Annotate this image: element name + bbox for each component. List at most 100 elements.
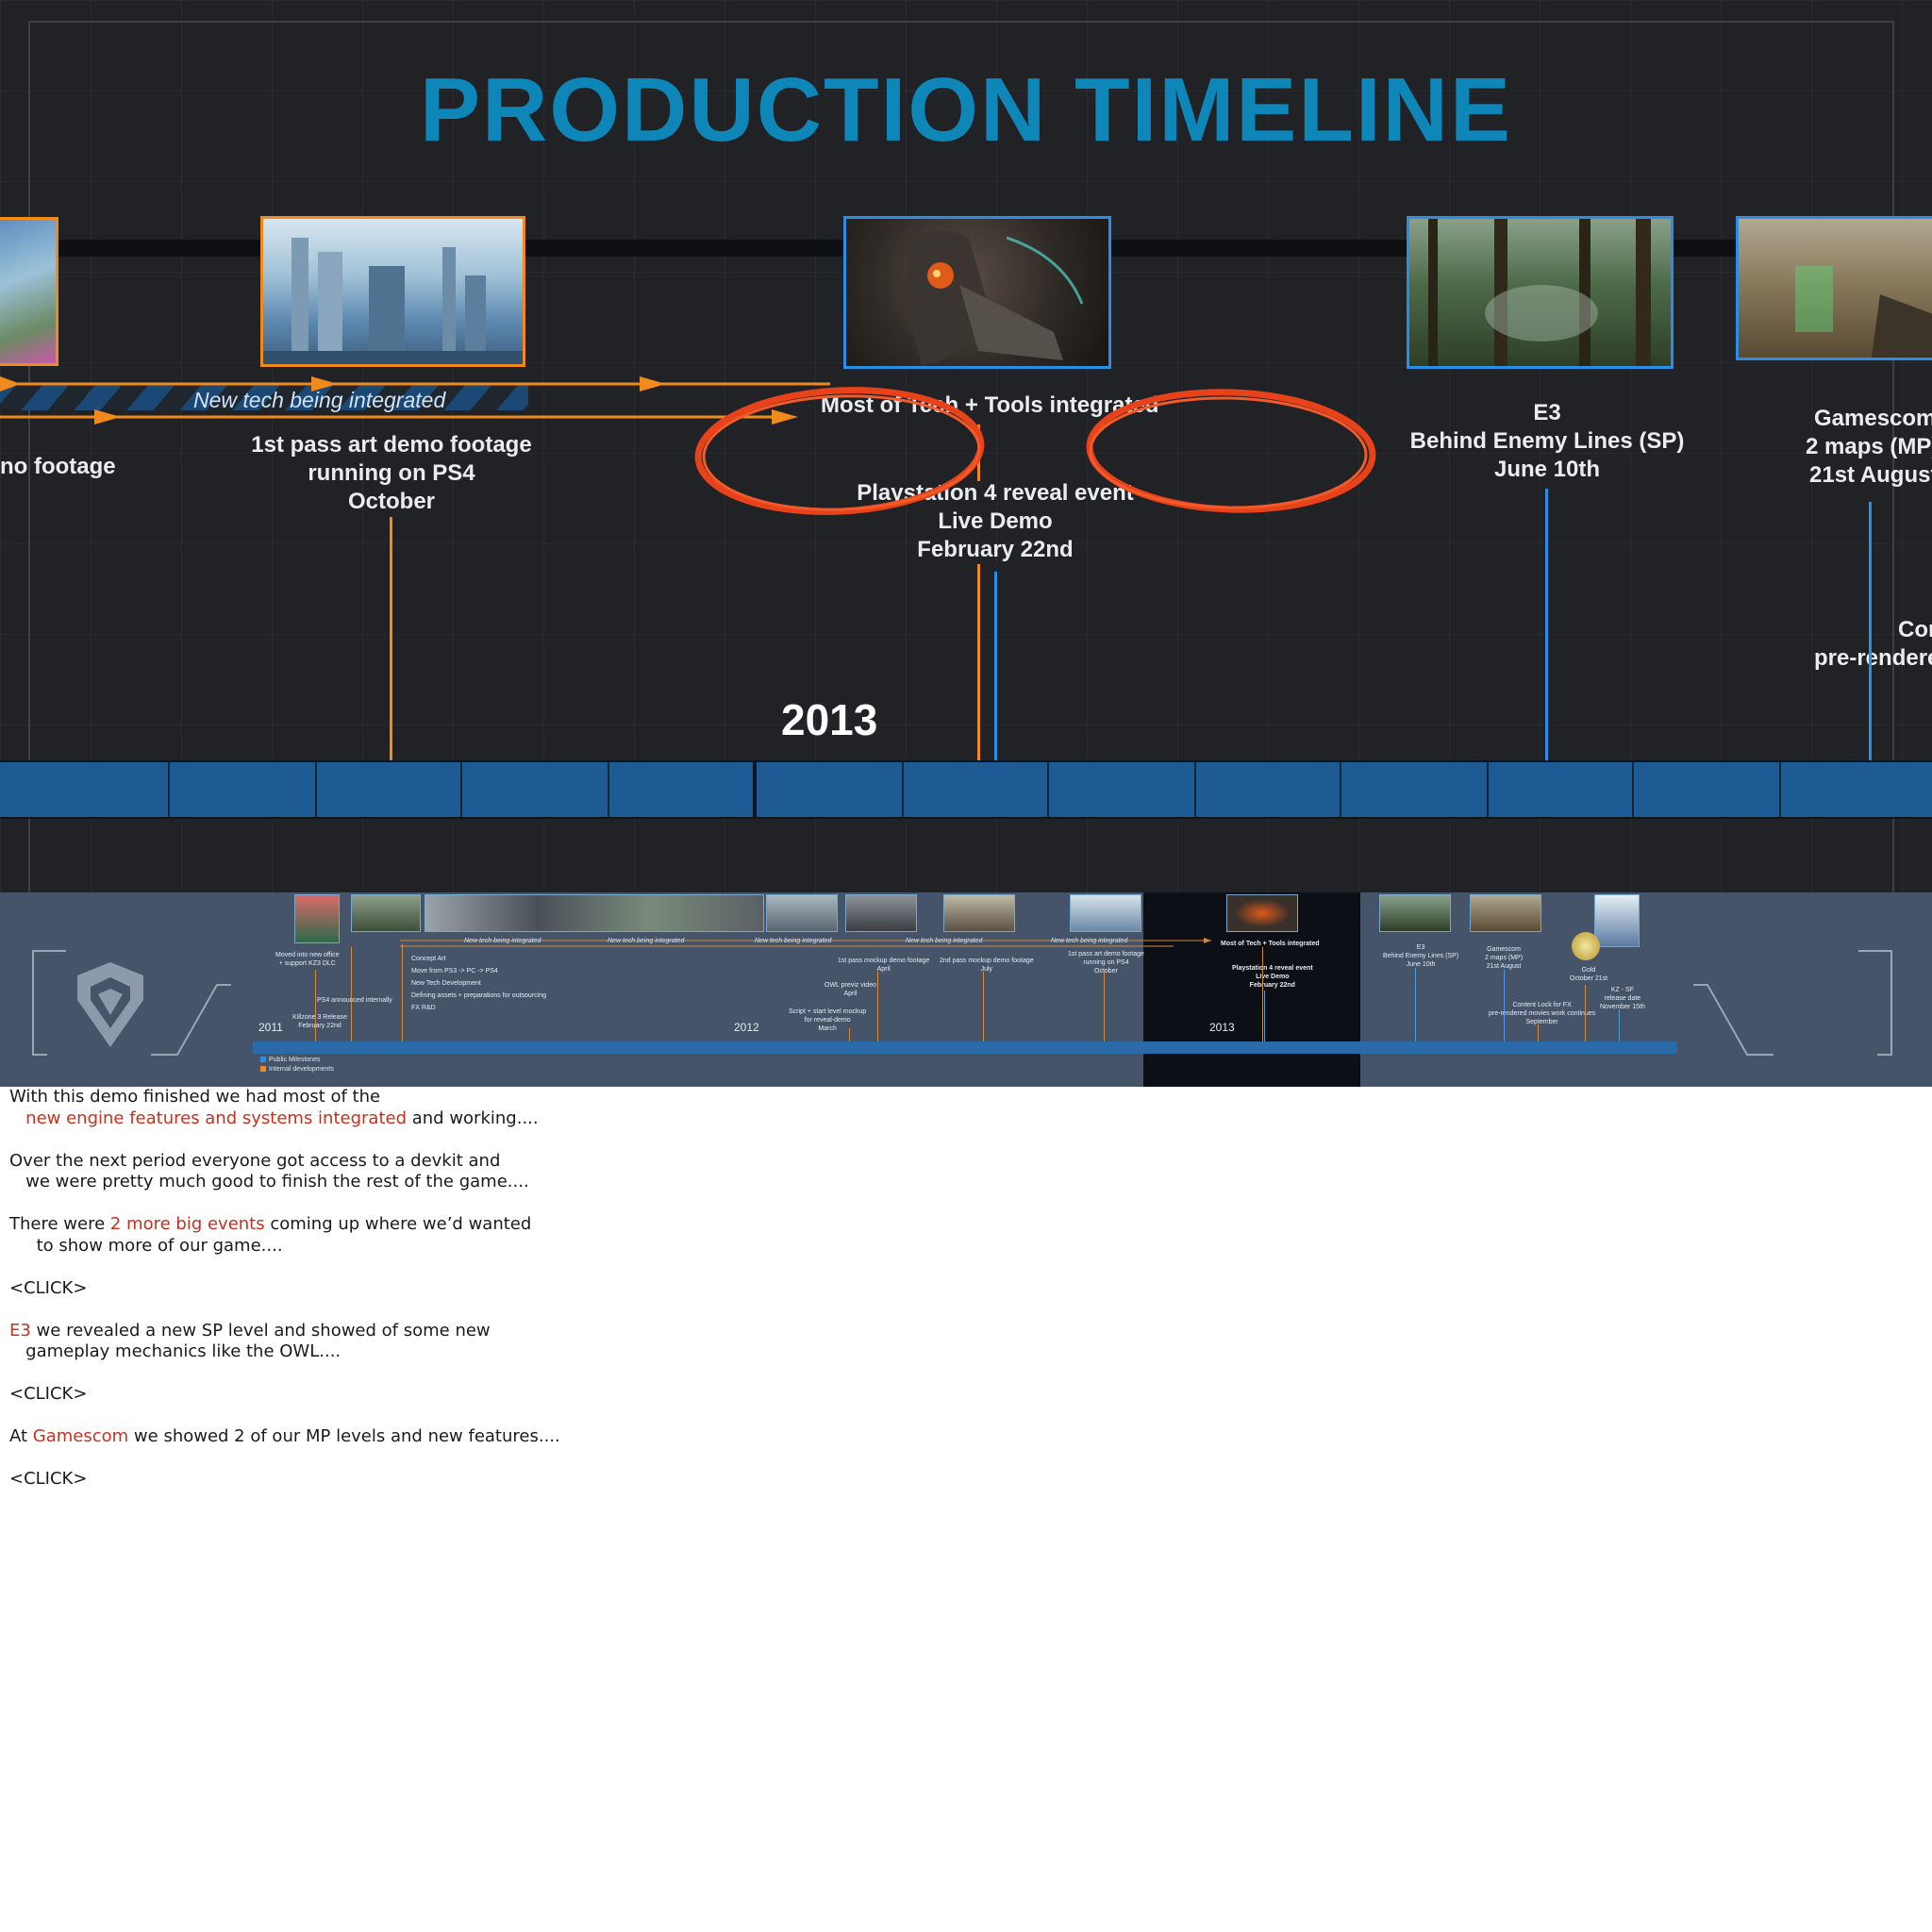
screenshot-multiplayer-thumbnail [1736, 216, 1932, 360]
screenshot-skyline-thumbnail [260, 216, 525, 367]
notes-line: Over the next period everyone got access… [9, 1150, 501, 1171]
notes-paragraph-5: At Gamescom we showed 2 of our MP levels… [9, 1426, 858, 1448]
overview-task-1: Concept Art [411, 956, 446, 962]
overview-note-gamescom: Gamescom 2 maps (MP) 21st August [1485, 945, 1523, 971]
overview-note-e3-2: Behind Enemy Lines (SP) [1383, 953, 1459, 959]
overview-note-mockup2: 2nd pass mockup demo footage July [940, 957, 1034, 974]
notes-line: <CLICK> [9, 1384, 88, 1404]
timeline-segment [460, 762, 462, 817]
notes-text: coming up where we’d wanted [264, 1214, 532, 1234]
overview-note-art-2: running on PS4 [1083, 959, 1129, 966]
label-gamescom-line1: Gamescom [1814, 406, 1932, 431]
overview-note-ps4-3: February 22nd [1249, 982, 1295, 989]
overview-note-script: Script + start level mockup for reveal-d… [789, 1008, 866, 1033]
overview-note-owl: OWL previz video April [824, 981, 876, 998]
notes-highlight: 2 more big events [109, 1214, 265, 1234]
overview-marker [1415, 968, 1416, 1053]
notes-highlight: E3 [9, 1320, 31, 1341]
label-demo-footage: no footage [0, 454, 116, 479]
notes-line: we were pretty much good to finish the r… [9, 1172, 529, 1191]
overview-note-script-3: March [818, 1025, 837, 1032]
overview-tech-label-1: New tech being integrated [464, 938, 541, 944]
overview-note-script-2: for reveal-demo [804, 1017, 851, 1024]
overview-task-4: Defining assets + preparations for outso… [411, 992, 546, 999]
notes-line: gameplay mechanics like the OWL.... [9, 1341, 341, 1361]
screenshot-helghast-thumbnail [843, 216, 1111, 369]
timeline-segment [608, 762, 609, 817]
overview-note-rel-3: November 15th [1600, 1004, 1645, 1010]
overview-note-gold: Gold October 21st [1570, 966, 1607, 983]
overview-thumb-e3 [1379, 894, 1451, 932]
overview-year-2012: 2012 [734, 1021, 759, 1034]
label-cut-line2: pre-rendere [1814, 645, 1932, 671]
overview-note-mockup2-2: July [980, 966, 993, 973]
notes-paragraph-4: E3 we revealed a new SP level and showed… [9, 1321, 858, 1363]
red-circle-annotations [694, 387, 1376, 515]
label-cut-right: Cor pre-rendere [1814, 616, 1932, 673]
overview-note-moved: Moved into new office + support KZ3 DLC [275, 951, 340, 968]
overview-note-owl-2: April [843, 991, 858, 997]
legend-internal: Internal developments [260, 1066, 334, 1073]
overview-thumb-concept [351, 894, 421, 932]
timeline-year-divider [753, 762, 757, 817]
overview-task-3: New Tech Development [411, 980, 481, 987]
notes-line: With this demo finished we had most of t… [9, 1087, 381, 1107]
overview-thumb-reveal [1226, 894, 1298, 932]
notes-highlight: Gamescom [32, 1426, 129, 1446]
overview-note-rel-2: release date [1604, 995, 1641, 1002]
overview-note-art-1: 1st pass art demo footage [1068, 951, 1144, 958]
year-label-2013: 2013 [781, 695, 878, 744]
overview-tech-label-2: New tech being integrated [608, 938, 685, 944]
overview-bracket-left [32, 950, 231, 1056]
timeline-segment [1194, 762, 1196, 817]
overview-marker [1262, 947, 1263, 1053]
timeline-bar [0, 760, 1932, 819]
overview-thumb-art-demo [1070, 894, 1141, 932]
timeline-segment [168, 762, 170, 817]
overview-thumb-box-art [1594, 894, 1640, 947]
label-e3-line2: Behind Enemy Lines (SP) [1409, 428, 1685, 454]
speaker-notes: With this demo finished we had most of t… [9, 1087, 858, 1511]
overview-bracket-right [1693, 950, 1892, 1056]
notes-click-3: <CLICK> [9, 1469, 858, 1491]
label-gamescom-line3: 21st August [1809, 462, 1932, 488]
overview-task-5: FX R&D [411, 1005, 436, 1011]
overview-note-tasks: Concept Art Move from PS3 -> PC -> PS4 N… [411, 953, 546, 1014]
overview-note-ps4-announced: PS4 announced internally [317, 997, 392, 1004]
timeline-segment [1340, 762, 1341, 817]
label-e3-line1: E3 [1533, 400, 1561, 425]
overview-note-release: KZ - SF release date November 15th [1600, 986, 1645, 1011]
overview-note-kz3-1: Killzone 3 Release [292, 1014, 347, 1021]
timeline-segment [1779, 762, 1781, 817]
overview-note-art-3: October [1094, 968, 1118, 974]
screenshot-city-thumbnail [0, 217, 58, 366]
overview-thumb-mockup2 [943, 894, 1015, 932]
overview-note-e3-1: E3 [1416, 944, 1425, 951]
notes-text: At [9, 1426, 33, 1446]
overview-thumb-gamescom [1470, 894, 1541, 932]
overview-note-gold-1: Gold [1581, 967, 1596, 974]
notes-text: we showed 2 of our MP levels and new fea… [128, 1426, 560, 1446]
label-ps4-line3: February 22nd [917, 537, 1074, 562]
notes-text: There were [9, 1214, 110, 1234]
overview-timeline-bar [253, 1041, 1677, 1054]
overview-note-gc-2: 2 maps (MP) [1485, 955, 1524, 961]
overview-note-kz3: Killzone 3 Release February 22nd [292, 1013, 347, 1030]
overview-note-e3: E3 Behind Enemy Lines (SP) June 10th [1383, 943, 1458, 969]
legend-internal-label: Internal developments [269, 1066, 334, 1073]
notes-click-2: <CLICK> [9, 1384, 858, 1406]
overview-note-moved-1: Moved into new office [275, 952, 340, 958]
overview-note-e3-3: June 10th [1406, 961, 1436, 968]
notes-text: we revealed a new SP level and showed of… [30, 1320, 491, 1341]
overview-tech-label-4: New tech being integrated [906, 938, 983, 944]
overview-thumb-mockup1 [766, 894, 838, 932]
label-cut-line1: Cor [1898, 617, 1932, 642]
overview-marker [351, 947, 352, 1053]
timeline-segment [902, 762, 904, 817]
timeline-segment [1047, 762, 1049, 817]
overview-marker [402, 943, 403, 1053]
overview-note-ps4-reveal: Playstation 4 reveal event Live Demo Feb… [1232, 964, 1313, 990]
notes-click-1: <CLICK> [9, 1278, 858, 1300]
presentation-slide: PRODUCTION TIMELINE New tech being integ… [0, 0, 1932, 1087]
notes-line: There were 2 more big events coming up w… [9, 1214, 858, 1236]
